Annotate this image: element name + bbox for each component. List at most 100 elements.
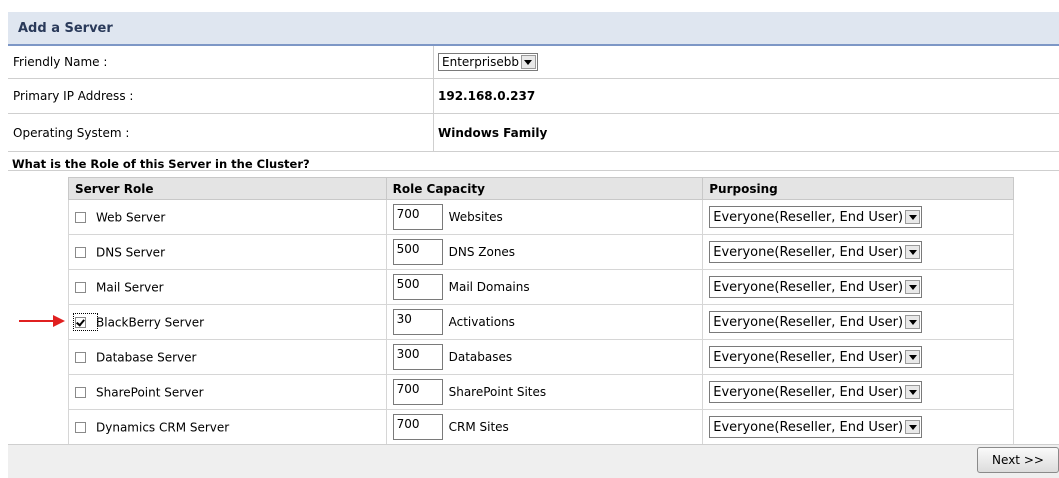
role-checkbox[interactable] xyxy=(75,351,86,363)
role-checkbox-wrap[interactable] xyxy=(73,312,98,331)
purposing-select[interactable]: Everyone(Reseller, End User) xyxy=(709,346,923,368)
server-role-cell: DNS Server xyxy=(68,234,387,270)
table-row: SharePoint Server 700 SharePoint Sites Ever… xyxy=(68,374,1014,410)
divider xyxy=(433,114,434,151)
capacity-unit: Activations xyxy=(448,315,515,329)
role-checkbox[interactable] xyxy=(75,421,86,433)
chevron-down-icon[interactable] xyxy=(905,420,921,434)
capacity-unit: DNS Zones xyxy=(448,245,516,259)
role-checkbox-wrap[interactable] xyxy=(75,420,96,434)
role-label: Dynamics CRM Server xyxy=(96,420,230,435)
capacity-input[interactable]: 500 xyxy=(392,274,443,300)
column-header-purposing: Purposing xyxy=(702,177,1014,200)
server-role-cell: Mail Server xyxy=(68,269,387,305)
capacity-unit: Mail Domains xyxy=(448,280,530,294)
capacity-unit: SharePoint Sites xyxy=(448,385,547,399)
purposing-value: Everyone(Reseller, End User) xyxy=(713,419,904,435)
friendly-name-select[interactable]: Enterprisebb xyxy=(438,53,538,71)
purposing-select[interactable]: Everyone(Reseller, End User) xyxy=(709,241,923,263)
chevron-down-icon[interactable] xyxy=(905,280,921,294)
role-checkbox[interactable] xyxy=(75,316,86,328)
server-role-cell: BlackBerry Server xyxy=(68,304,387,340)
role-checkbox-wrap[interactable] xyxy=(75,350,96,364)
table-row: Mail Server 500 Mail Domains Everyone(Resel… xyxy=(68,269,1014,305)
next-button[interactable]: Next >> xyxy=(977,447,1059,473)
role-label: Web Server xyxy=(96,210,166,225)
panel-title: Add a Server xyxy=(8,12,1059,46)
chevron-down-icon[interactable] xyxy=(520,55,536,69)
role-label: BlackBerry Server xyxy=(96,315,205,330)
server-role-cell: Database Server xyxy=(68,339,387,375)
annotation-arrow-icon xyxy=(19,315,65,327)
role-capacity-cell: 700 CRM Sites xyxy=(385,409,704,445)
purposing-value: Everyone(Reseller, End User) xyxy=(713,314,904,330)
purposing-cell: Everyone(Reseller, End User) xyxy=(702,269,1014,305)
table-row: Web Server 700 Websites Everyone(Reseller, … xyxy=(68,199,1014,235)
capacity-unit: Databases xyxy=(448,350,513,364)
chevron-down-icon[interactable] xyxy=(905,350,921,364)
role-checkbox-wrap[interactable] xyxy=(75,280,96,294)
capacity-input[interactable]: 700 xyxy=(392,414,443,440)
purposing-value: Everyone(Reseller, End User) xyxy=(713,349,904,365)
purposing-cell: Everyone(Reseller, End User) xyxy=(702,199,1014,235)
role-checkbox-wrap[interactable] xyxy=(75,385,96,399)
divider xyxy=(433,79,434,113)
purposing-cell: Everyone(Reseller, End User) xyxy=(702,374,1014,410)
capacity-input[interactable]: 700 xyxy=(392,379,443,405)
role-checkbox[interactable] xyxy=(75,281,86,293)
server-role-cell: Web Server xyxy=(68,199,387,235)
role-checkbox[interactable] xyxy=(75,246,86,258)
footer-bar: Next >> xyxy=(8,444,1059,478)
column-header-server-role: Server Role xyxy=(68,177,387,200)
purposing-cell: Everyone(Reseller, End User) xyxy=(702,339,1014,375)
table-row: Database Server 300 Databases Everyone(Rese… xyxy=(68,339,1014,375)
operating-system-label: Operating System : xyxy=(13,125,130,140)
capacity-unit: CRM Sites xyxy=(448,420,509,434)
chevron-down-icon[interactable] xyxy=(905,210,921,224)
chevron-down-icon[interactable] xyxy=(905,385,921,399)
primary-ip-value: 192.168.0.237 xyxy=(438,89,536,103)
capacity-input[interactable]: 30 xyxy=(392,309,443,335)
column-header-role-capacity: Role Capacity xyxy=(385,177,704,200)
role-capacity-cell: 30 Activations xyxy=(385,304,704,340)
capacity-input[interactable]: 300 xyxy=(392,344,443,370)
operating-system-row: Operating System : Windows Family xyxy=(8,114,1059,152)
role-checkbox-wrap[interactable] xyxy=(75,245,96,259)
purposing-select[interactable]: Everyone(Reseller, End User) xyxy=(709,311,923,333)
purposing-select[interactable]: Everyone(Reseller, End User) xyxy=(709,381,923,403)
table-row: Dynamics CRM Server 700 CRM Sites Everyone(… xyxy=(68,409,1014,445)
primary-ip-row: Primary IP Address : 192.168.0.237 xyxy=(8,79,1059,114)
role-capacity-cell: 700 SharePoint Sites xyxy=(385,374,704,410)
purposing-value: Everyone(Reseller, End User) xyxy=(713,279,904,295)
role-label: Database Server xyxy=(96,350,197,365)
chevron-down-icon[interactable] xyxy=(905,245,921,259)
role-checkbox[interactable] xyxy=(75,211,86,223)
purposing-value: Everyone(Reseller, End User) xyxy=(713,244,904,260)
capacity-input[interactable]: 700 xyxy=(392,204,443,230)
role-checkbox[interactable] xyxy=(75,386,86,398)
purposing-value: Everyone(Reseller, End User) xyxy=(713,384,904,400)
capacity-unit: Websites xyxy=(448,210,503,224)
server-roles-table: Server Role Role Capacity Purposing Web … xyxy=(68,177,1014,445)
purposing-select[interactable]: Everyone(Reseller, End User) xyxy=(709,276,923,298)
role-checkbox-wrap[interactable] xyxy=(75,210,96,224)
purposing-cell: Everyone(Reseller, End User) xyxy=(702,304,1014,340)
friendly-name-label: Friendly Name : xyxy=(13,55,108,69)
server-role-cell: Dynamics CRM Server xyxy=(68,409,387,445)
purposing-cell: Everyone(Reseller, End User) xyxy=(702,409,1014,445)
role-capacity-cell: 500 Mail Domains xyxy=(385,269,704,305)
table-row: BlackBerry Server 30 Activations Everyone(R… xyxy=(68,304,1014,340)
role-label: Mail Server xyxy=(96,280,164,295)
table-header-row: Server Role Role Capacity Purposing xyxy=(68,177,1014,200)
primary-ip-label: Primary IP Address : xyxy=(13,89,134,103)
divider xyxy=(433,46,434,78)
role-capacity-cell: 700 Websites xyxy=(385,199,704,235)
purposing-select[interactable]: Everyone(Reseller, End User) xyxy=(709,206,923,228)
add-server-panel: Add a Server Friendly Name : Enterpriseb… xyxy=(8,12,1059,478)
chevron-down-icon[interactable] xyxy=(905,315,921,329)
purposing-select[interactable]: Everyone(Reseller, End User) xyxy=(709,416,923,438)
cluster-role-question: What is the Role of this Server in the C… xyxy=(12,157,310,171)
operating-system-value: Windows Family xyxy=(438,125,548,140)
role-label: SharePoint Server xyxy=(96,385,204,400)
capacity-input[interactable]: 500 xyxy=(392,239,443,265)
